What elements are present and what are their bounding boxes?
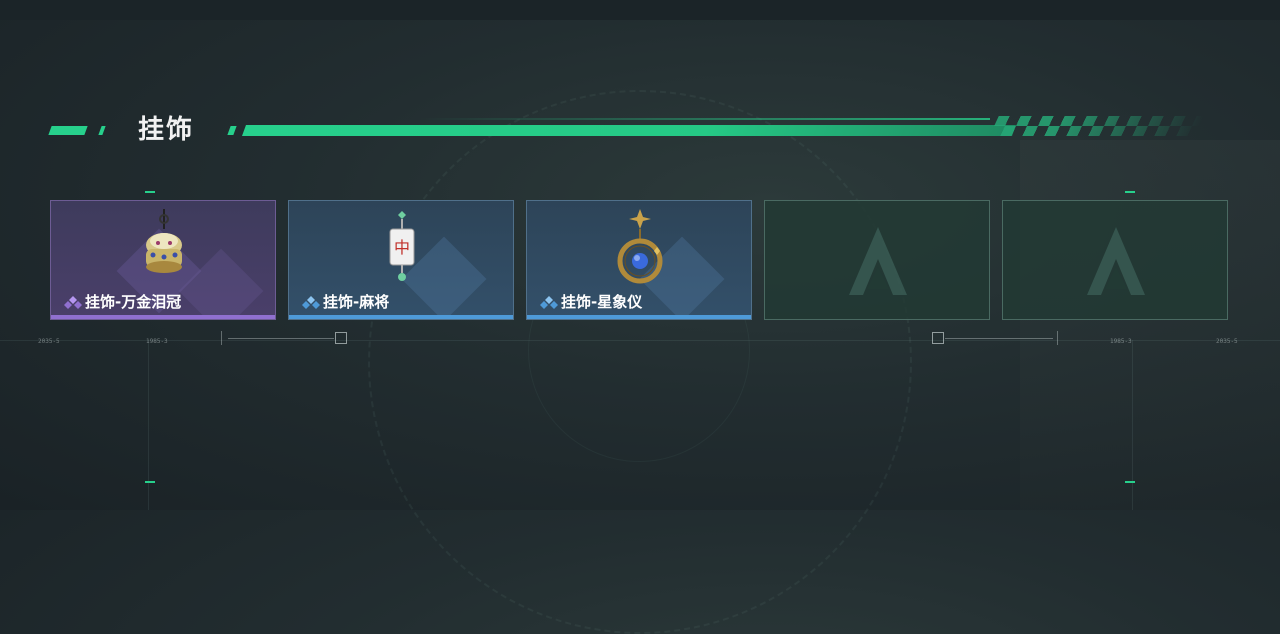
hud-code: 1985-3 <box>1110 338 1132 345</box>
placeholder-logo-icon <box>1087 227 1145 295</box>
hud-code: 2035-5 <box>1216 338 1238 345</box>
header-dash <box>227 126 237 135</box>
astrolabe-pendant-icon <box>617 209 663 284</box>
item-card-3[interactable]: 挂饰-星象仪 <box>526 200 752 320</box>
background-horizon-line <box>0 340 1280 341</box>
background-vline-left <box>148 340 149 510</box>
hud-square <box>932 332 944 344</box>
item-label: 挂饰-星象仪 <box>561 293 643 311</box>
top-bar <box>0 0 1280 20</box>
item-card-1[interactable]: 挂饰-万金泪冠 <box>50 200 276 320</box>
background-vline-right <box>1132 340 1133 510</box>
header-dash <box>98 126 106 135</box>
mahjong-tile-pendant-icon: 中 <box>389 211 415 281</box>
hud-square <box>335 332 347 344</box>
rarity-bar <box>527 315 751 319</box>
hud-code: 1985-3 <box>146 338 168 345</box>
hud-line <box>228 338 334 339</box>
crown-pendant-icon <box>146 209 182 273</box>
rarity-bar <box>289 315 513 319</box>
corner-tick <box>1125 191 1135 193</box>
corner-tick <box>145 481 155 483</box>
item-card-empty-4[interactable] <box>764 200 990 320</box>
item-label: 挂饰-麻将 <box>323 293 390 311</box>
header-checker-pattern <box>989 116 1205 136</box>
placeholder-logo-icon <box>849 227 907 295</box>
hud-divider <box>221 331 222 345</box>
item-card-2[interactable]: 中 挂饰-麻将 <box>288 200 514 320</box>
hud-line <box>945 338 1053 339</box>
rarity-purple-icon <box>64 296 82 309</box>
header-bar <box>241 125 1017 136</box>
section-title: 挂饰 <box>138 115 195 145</box>
item-card-empty-5[interactable] <box>1002 200 1228 320</box>
background-building <box>1020 140 1280 510</box>
item-label: 挂饰-万金泪冠 <box>85 293 182 311</box>
rarity-blue-icon <box>540 296 558 309</box>
rarity-blue-icon <box>302 296 320 309</box>
header-dash <box>48 126 88 135</box>
svg-text:中: 中 <box>394 238 410 257</box>
rarity-bar <box>51 315 275 319</box>
corner-tick <box>1125 481 1135 483</box>
hud-code: 2035-5 <box>38 338 60 345</box>
corner-tick <box>145 191 155 193</box>
hud-divider <box>1057 331 1058 345</box>
header-thin-line <box>420 118 990 120</box>
